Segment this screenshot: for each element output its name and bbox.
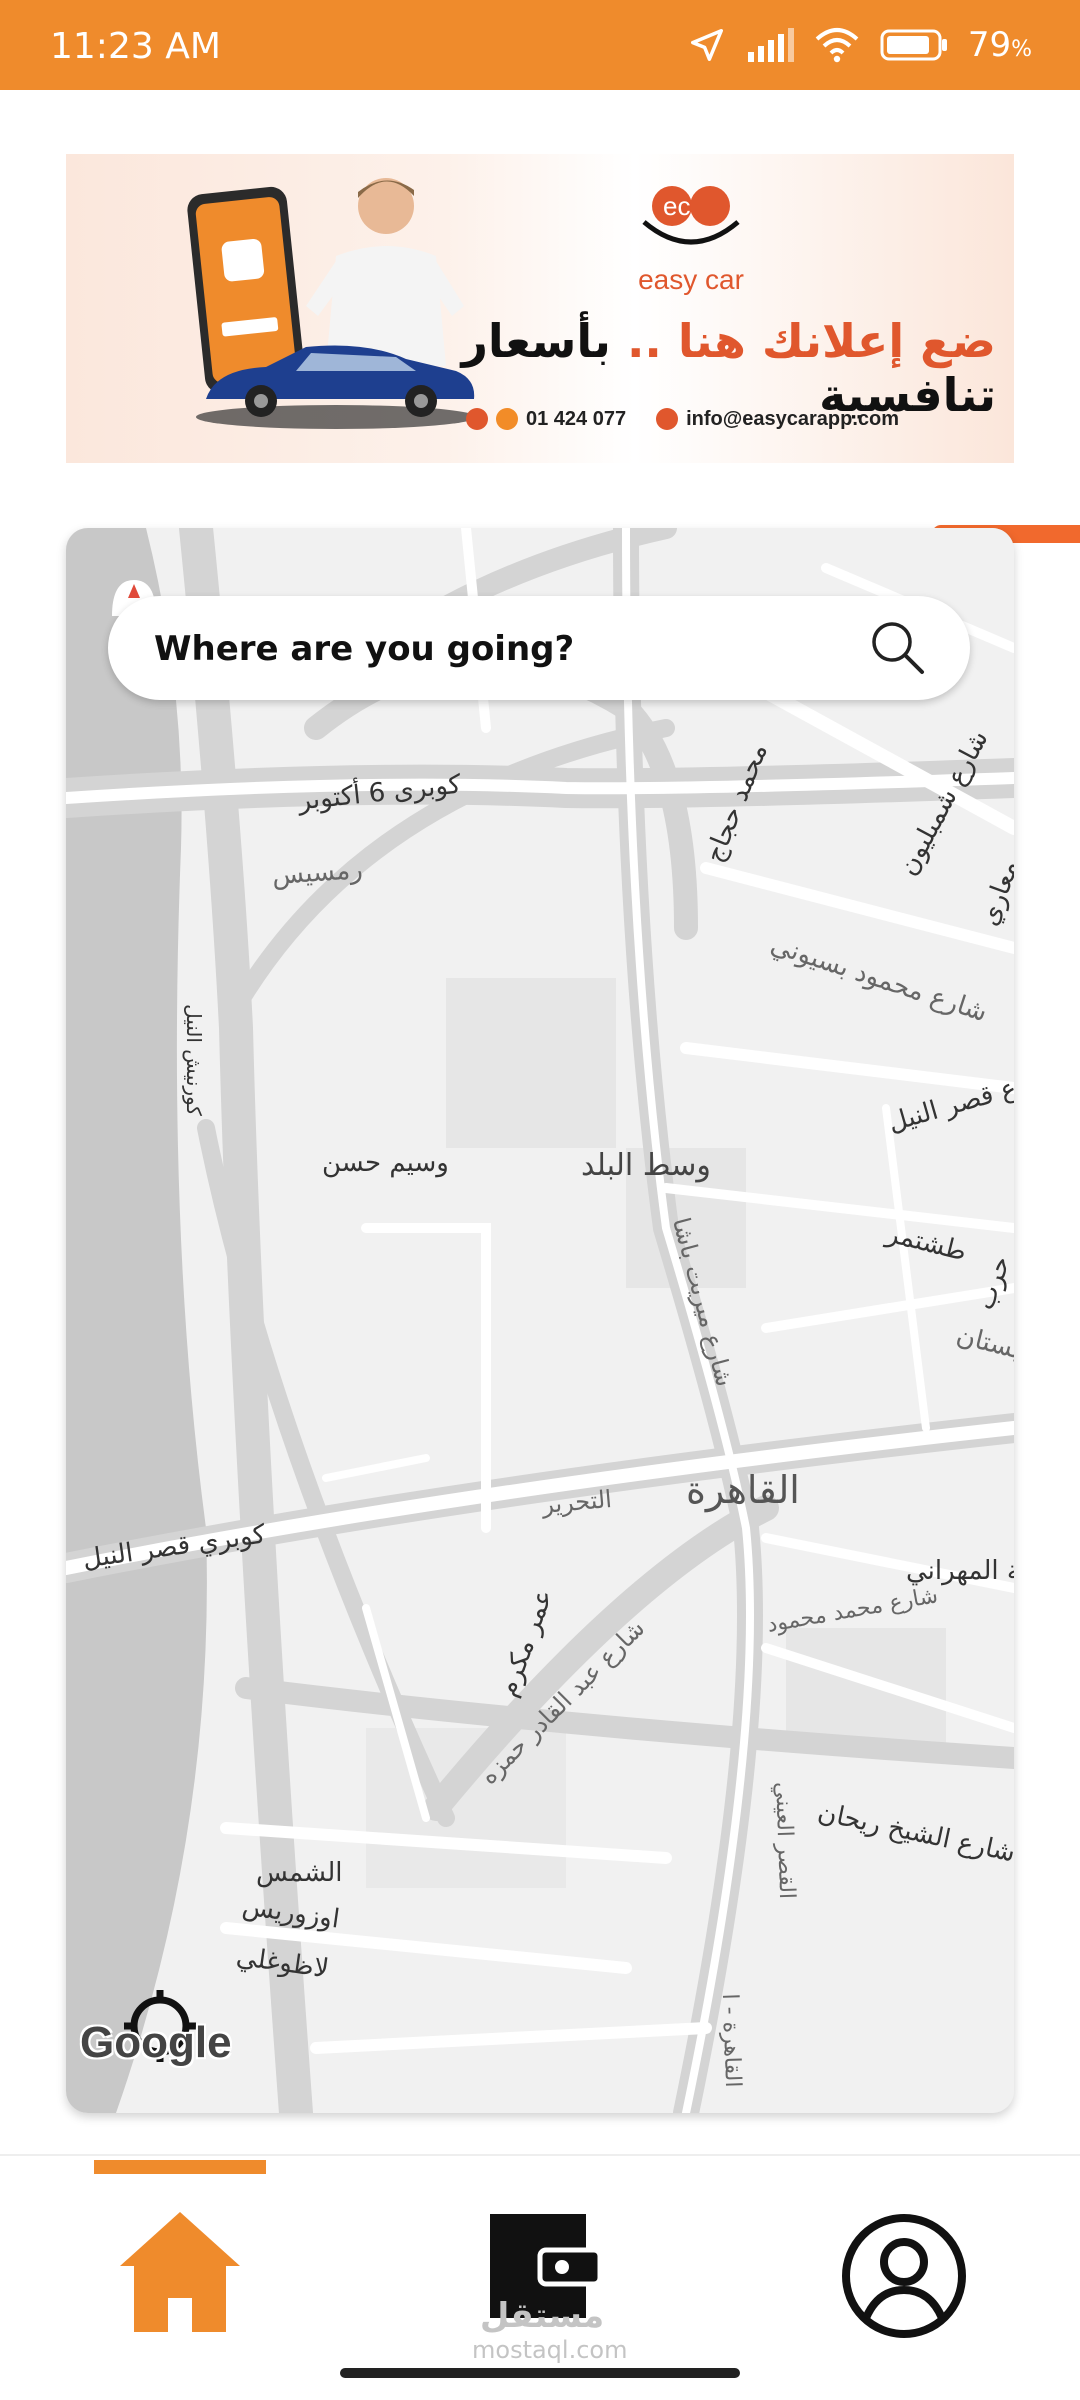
signal-icon <box>747 28 794 62</box>
status-bar: 11:23 AM 79% <box>0 0 1080 90</box>
easycar-logo: ec easy car <box>626 184 756 304</box>
ad-contact: 01 424 077 info@easycarapp.com <box>466 402 986 436</box>
brand-name: easy car <box>638 264 744 295</box>
map-label: كورنيش النيل <box>181 1004 206 1116</box>
ad-banner[interactable]: ec easy car ضع إعلانك هنا .. بأسعار تناف… <box>66 154 1014 463</box>
search-icon[interactable] <box>868 618 928 678</box>
status-icons: 79% <box>688 22 1032 68</box>
map-label: وسط البلد <box>581 1148 711 1183</box>
google-attribution: Google <box>80 2018 232 2067</box>
wifi-icon <box>815 28 859 63</box>
nav-profile[interactable] <box>834 2206 974 2346</box>
map-roads <box>66 528 1014 2113</box>
whatsapp-dot-icon <box>496 408 518 430</box>
car-illustration <box>196 345 476 429</box>
battery-level: 79% <box>967 25 1032 65</box>
nav-home[interactable] <box>110 2206 250 2346</box>
ad-email: info@easycarapp.com <box>686 407 900 430</box>
map-label: القاهرة <box>686 1468 800 1512</box>
home-indicator[interactable] <box>340 2368 740 2378</box>
map-label: القصر العيني <box>770 1781 800 1900</box>
location-icon <box>690 29 723 61</box>
home-icon[interactable] <box>110 2206 250 2346</box>
map-label: الشمس <box>256 1858 343 1888</box>
email-dot-icon <box>656 408 679 430</box>
map-view[interactable]: كوبرى 6 أكتوبر رمسيس كورنيش النيل وسيم ح… <box>66 528 1014 2113</box>
ad-phone: 01 424 077 <box>526 407 627 430</box>
svg-text:ec: ec <box>663 191 690 221</box>
battery-icon <box>880 29 947 61</box>
map-label: رمسيس <box>271 854 364 892</box>
map-label: ية المهراني <box>906 1556 1014 1586</box>
status-time: 11:23 AM <box>50 26 221 67</box>
phone-dot-icon <box>466 408 488 430</box>
profile-icon[interactable] <box>834 2206 974 2346</box>
search-input[interactable] <box>152 618 856 680</box>
watermark: مستقل mostaql.com <box>472 2296 628 2364</box>
nav-divider <box>0 2154 1080 2156</box>
map-label: وسيم حسن <box>322 1148 449 1178</box>
map-label: القاهرة - ا <box>716 1993 746 2088</box>
destination-search-bar[interactable] <box>108 596 970 700</box>
nav-active-indicator <box>94 2160 266 2174</box>
